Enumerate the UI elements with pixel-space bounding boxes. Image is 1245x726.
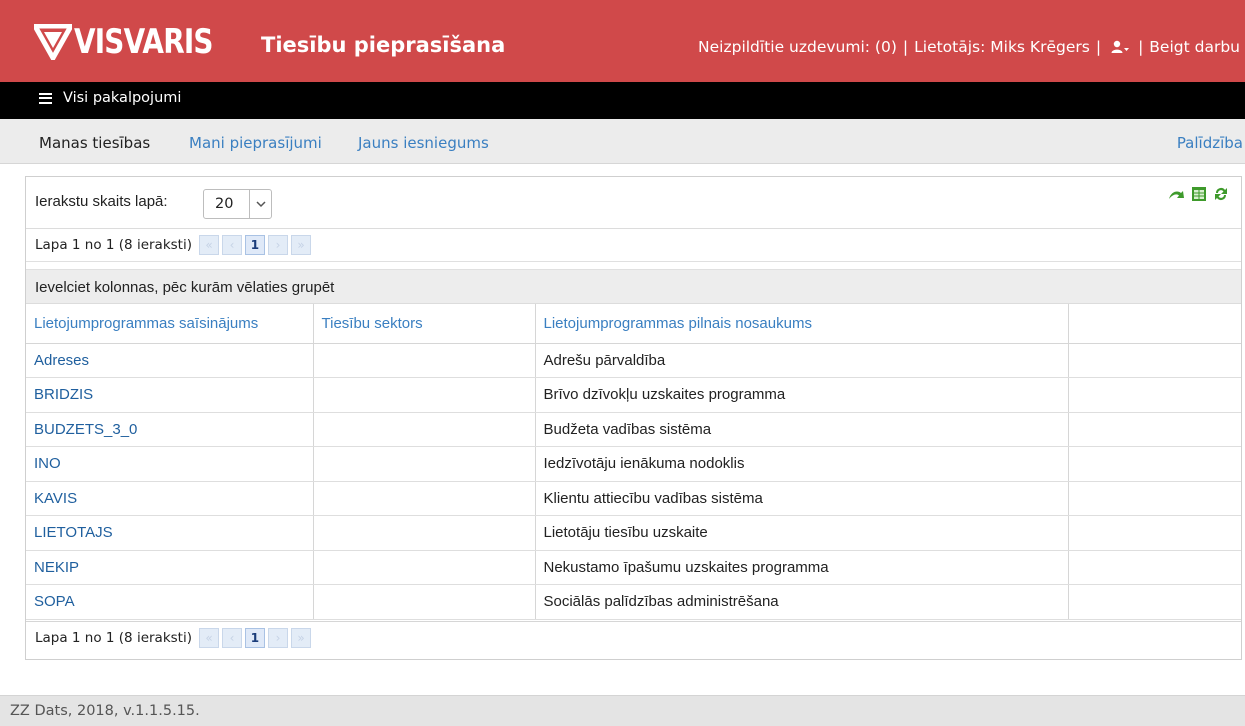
table-row[interactable]: SOPA Sociālās palīdzības administrēšana <box>26 584 1241 620</box>
last-page-button[interactable]: » <box>290 235 311 255</box>
prev-page-button[interactable]: ‹ <box>221 628 242 648</box>
cell-full-name: Lietotāju tiesību uzskaite <box>535 515 1069 551</box>
header-user-area: Neizpildītie uzdevumi: (0) | Lietotājs: … <box>698 36 1240 58</box>
cell-sector <box>313 446 536 482</box>
cell-full-name: Adrešu pārvaldība <box>535 343 1069 378</box>
column-header-full-name[interactable]: Lietojumprogrammas pilnais nosaukums <box>535 304 1069 344</box>
cell-sector <box>313 550 536 585</box>
table-row[interactable]: KAVIS Klientu attiecību vadības sistēma <box>26 481 1241 516</box>
separator: | <box>1095 38 1102 56</box>
cell-full-name: Brīvo dzīvokļu uzskaites programma <box>535 377 1069 413</box>
grid-tool-icons <box>1167 186 1229 202</box>
rights-table: Lietojumprogrammas saīsinājums Tiesību s… <box>26 304 1241 620</box>
cell-sector <box>313 412 536 447</box>
cell-extra <box>1068 377 1241 413</box>
current-page-button[interactable]: 1 <box>244 235 265 255</box>
refresh-icon[interactable] <box>1213 186 1229 202</box>
visvaris-logo[interactable]: VISVARIS <box>34 22 243 62</box>
cell-sector <box>313 377 536 413</box>
prev-page-button[interactable]: ‹ <box>221 235 242 255</box>
cell-extra <box>1068 515 1241 551</box>
group-hint: Ievelciet kolonnas, pēc kurām vēlaties g… <box>35 279 335 296</box>
excel-export-icon[interactable] <box>1191 186 1207 202</box>
table-row[interactable]: BUDZETS_3_0 Budžeta vadības sistēma <box>26 412 1241 447</box>
cell-full-name: Nekustamo īpašumu uzskaites programma <box>535 550 1069 585</box>
pager-summary: Lapa 1 no 1 (8 ieraksti) <box>35 630 192 646</box>
separator: | <box>1138 38 1144 56</box>
rights-grid-panel: Ierakstu skaits lapā: 20 Lapa 1 no 1 (8 … <box>25 176 1242 660</box>
current-page-button[interactable]: 1 <box>244 628 265 648</box>
cell-full-name: Budžeta vadības sistēma <box>535 412 1069 447</box>
table-row[interactable]: NEKIP Nekustamo īpašumu uzskaites program… <box>26 550 1241 585</box>
column-header-extra <box>1068 304 1241 344</box>
chevron-down-icon <box>249 190 271 218</box>
rows-per-page-select[interactable]: 20 <box>203 189 272 219</box>
user-menu-icon[interactable] <box>1111 40 1130 54</box>
cell-code[interactable]: KAVIS <box>26 481 314 516</box>
cell-full-name: Iedzīvotāju ienākuma nodoklis <box>535 446 1069 482</box>
cell-code[interactable]: BRIDZIS <box>26 377 314 413</box>
main-nav-bar: Visi pakalpojumi <box>0 82 1245 119</box>
table-row[interactable]: Adreses Adrešu pārvaldība <box>26 343 1241 378</box>
cell-code[interactable]: Adreses <box>26 343 314 378</box>
cell-code[interactable]: BUDZETS_3_0 <box>26 412 314 447</box>
pending-tasks-link[interactable]: Neizpildītie uzdevumi: (0) <box>698 36 897 58</box>
cell-code[interactable]: INO <box>26 446 314 482</box>
app-title: Tiesību pieprasīšana <box>261 33 506 57</box>
tab-my-rights[interactable]: Manas tiesības <box>39 133 150 153</box>
logo-icon <box>34 24 72 60</box>
table-row[interactable]: INO Iedzīvotāju ienākuma nodoklis <box>26 446 1241 482</box>
cell-sector <box>313 515 536 551</box>
table-row[interactable]: BRIDZIS Brīvo dzīvokļu uzskaites programm… <box>26 377 1241 413</box>
tab-new-application[interactable]: Jauns iesniegums <box>358 133 489 153</box>
help-link[interactable]: Palīdzība <box>1177 133 1243 153</box>
rows-per-page-label: Ierakstu skaits lapā: <box>35 193 168 210</box>
cell-sector <box>313 584 536 620</box>
logo-text: VISVARIS <box>74 22 213 62</box>
cell-extra <box>1068 446 1241 482</box>
column-header-code[interactable]: Lietojumprogrammas saīsinājums <box>26 304 314 344</box>
undo-icon[interactable] <box>1167 186 1185 202</box>
cell-extra <box>1068 584 1241 620</box>
separator: | <box>902 38 909 56</box>
table-row[interactable]: LIETOTAJS Lietotāju tiesību uzskaite <box>26 515 1241 551</box>
first-page-button[interactable]: « <box>198 628 219 648</box>
user-label: Lietotājs: Miks Krēgers <box>914 38 1090 56</box>
top-header: VISVARIS Tiesību pieprasīšana Neizpildīt… <box>0 0 1245 82</box>
cell-code[interactable]: NEKIP <box>26 550 314 585</box>
pager-summary: Lapa 1 no 1 (8 ieraksti) <box>35 237 192 253</box>
all-services-label: Visi pakalpojumi <box>63 90 182 106</box>
group-by-drop-zone[interactable]: Ievelciet kolonnas, pēc kurām vēlaties g… <box>26 269 1241 304</box>
cell-extra <box>1068 412 1241 447</box>
next-page-button[interactable]: › <box>267 628 288 648</box>
cell-extra <box>1068 550 1241 585</box>
hamburger-icon <box>39 92 52 104</box>
first-page-button[interactable]: « <box>198 235 219 255</box>
tab-my-requests[interactable]: Mani pieprasījumi <box>189 133 322 153</box>
footer-text: ZZ Dats, 2018, v.1.1.5.15. <box>10 703 200 719</box>
cell-extra <box>1068 481 1241 516</box>
sub-nav: Manas tiesības Mani pieprasījumi Jauns i… <box>0 119 1245 164</box>
grid-toolbar: Ierakstu skaits lapā: 20 <box>26 177 1241 229</box>
cell-code[interactable]: SOPA <box>26 584 314 620</box>
cell-sector <box>313 481 536 516</box>
page-footer: ZZ Dats, 2018, v.1.1.5.15. <box>0 695 1245 726</box>
pager-top: Lapa 1 no 1 (8 ieraksti) « ‹ 1 › » <box>26 229 1241 262</box>
column-header-sector[interactable]: Tiesību sektors <box>313 304 536 344</box>
cell-full-name: Sociālās palīdzības administrēšana <box>535 584 1069 620</box>
cell-extra <box>1068 343 1241 378</box>
cell-sector <box>313 343 536 378</box>
next-page-button[interactable]: › <box>267 235 288 255</box>
pager-bottom: Lapa 1 no 1 (8 ieraksti) « ‹ 1 › » <box>26 621 1241 654</box>
last-page-button[interactable]: » <box>290 628 311 648</box>
table-header-row: Lietojumprogrammas saīsinājums Tiesību s… <box>26 304 1241 344</box>
cell-full-name: Klientu attiecību vadības sistēma <box>535 481 1069 516</box>
cell-code[interactable]: LIETOTAJS <box>26 515 314 551</box>
logout-link[interactable]: Beigt darbu <box>1149 36 1240 58</box>
rows-per-page-value: 20 <box>215 196 234 212</box>
all-services-menu[interactable]: Visi pakalpojumi <box>39 90 181 106</box>
